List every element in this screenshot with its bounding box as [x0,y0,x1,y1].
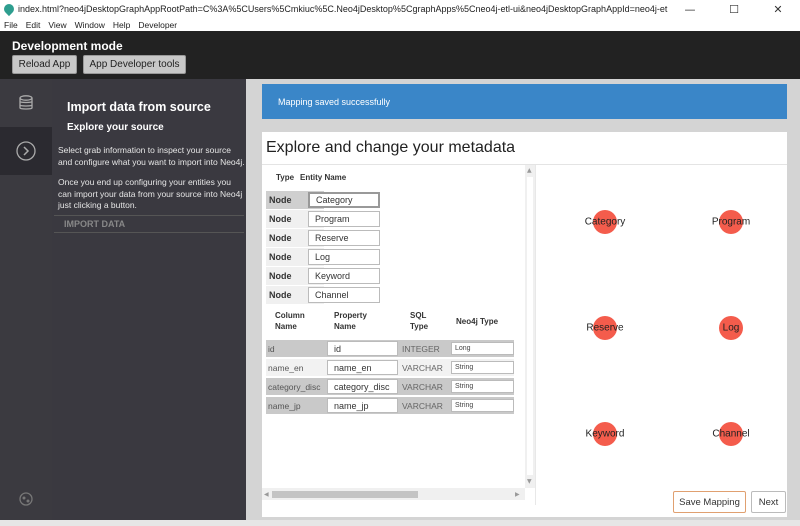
scroll-right-icon[interactable]: ▶ [515,491,520,498]
chevron-right-circle-icon [16,141,36,161]
graph-canvas[interactable]: Category Program Reserve Log Keyword Cha… [535,165,787,505]
sql-type-header: SQL Type [410,311,429,331]
menu-bar: File Edit View Window Help Developer [0,18,800,31]
property-name-input[interactable]: name_en [327,360,398,375]
neo4j-type-select[interactable]: String [451,399,514,412]
entity-row[interactable]: Node Program [266,210,380,228]
sidebar-description-2: Once you end up configuring your entitie… [58,177,243,210]
window-titlebar: index.html?neo4jDesktopGraphAppRootPath=… [0,0,800,18]
graph-node-label: Category [584,216,626,228]
property-name-input[interactable]: name_jp [327,398,398,413]
window-controls: — ☐ ✕ [668,0,800,18]
entity-row[interactable]: Node Category [266,191,380,209]
scroll-left-icon[interactable]: ◀ [264,491,269,498]
menu-window[interactable]: Window [75,20,105,30]
neo4j-type-select[interactable]: String [451,380,514,393]
entity-name-input[interactable]: Keyword [308,268,380,284]
entity-row[interactable]: Node Reserve [266,229,380,247]
tables-area: Type Entity Name Node Category Node Prog… [264,165,522,488]
property-name-input[interactable]: id [327,341,398,356]
dev-mode-title: Development mode [12,39,123,53]
import-sidebar: Import data from source Explore your sou… [52,79,246,526]
entity-row[interactable]: Node Keyword [266,267,380,285]
save-mapping-button[interactable]: Save Mapping [673,491,746,513]
close-icon[interactable]: ✕ [756,0,800,18]
entity-name-input[interactable]: Log [308,249,380,265]
sidebar-title: Import data from source [67,100,211,114]
scrollbar-thumb[interactable] [272,491,418,498]
graph-node-label: Log [722,322,740,334]
development-bar: Development mode Reload App App Develope… [0,31,800,79]
entity-name-input[interactable]: Channel [308,287,380,303]
bottom-strip [0,520,800,526]
menu-file[interactable]: File [4,20,18,30]
menu-view[interactable]: View [48,20,66,30]
horizontal-scrollbar[interactable]: ◀ ▶ [262,488,525,500]
sidebar-description-1: Select grab information to inspect your … [58,145,245,167]
column-name: id [268,343,275,354]
graph-node-label: Program [711,216,751,228]
column-name: name_en [268,362,304,373]
entity-row[interactable]: Node Channel [266,286,380,304]
sql-type: INTEGER [402,343,440,354]
next-button[interactable]: Next [751,491,786,513]
neo4j-app-icon [1,1,17,17]
entity-row[interactable]: Node Log [266,248,380,266]
entity-name-input[interactable]: Reserve [308,230,380,246]
sql-type: VARCHAR [402,381,443,392]
vertical-scrollbar[interactable]: ▲ ▼ [525,165,535,488]
metadata-panel: Explore and change your metadata Type En… [262,132,787,517]
column-name: category_disc [268,381,321,392]
rail-item-database[interactable] [0,79,52,127]
neo4j-type-header: Neo4j Type [456,317,499,326]
entity-name-header: Entity Name [300,173,347,182]
scrollbar-thumb[interactable] [527,177,533,475]
entity-name-input[interactable]: Category [308,192,380,208]
database-icon [19,95,33,110]
neo4j-type-select[interactable]: String [451,361,514,374]
neo4j-logo-icon [19,492,33,506]
entity-type-header: Type [276,173,295,182]
menu-help[interactable]: Help [113,20,130,30]
neo4j-type-select[interactable]: Long [451,342,514,355]
column-row: category_disc category_disc VARCHAR Stri… [266,378,514,395]
sidebar-subtitle: Explore your source [67,122,164,133]
scroll-down-icon[interactable]: ▼ [527,478,532,485]
column-row: name_en name_en VARCHAR String [266,359,514,376]
column-row: id id INTEGER Long [266,340,514,357]
entity-name-input[interactable]: Program [308,211,380,227]
window-title: index.html?neo4jDesktopGraphAppRootPath=… [18,4,668,14]
app-developer-tools-button[interactable]: App Developer tools [83,55,186,74]
minimize-icon[interactable]: — [668,0,712,18]
column-row: name_jp name_jp VARCHAR String [266,397,514,414]
success-alert: Mapping saved successfully [262,84,787,119]
sql-type: VARCHAR [402,400,443,411]
reload-app-button[interactable]: Reload App [12,55,77,74]
menu-developer[interactable]: Developer [138,20,177,30]
menu-edit[interactable]: Edit [26,20,41,30]
import-data-button[interactable]: IMPORT DATA [54,215,244,233]
scroll-up-icon[interactable]: ▲ [527,167,532,174]
column-name-header: Column Name [275,311,305,331]
graph-node-label: Channel [712,428,750,440]
sql-type: VARCHAR [402,362,443,373]
property-name-header: Property Name [334,311,367,331]
column-name: name_jp [268,400,301,411]
main-content: Mapping saved successfully Explore and c… [246,79,800,526]
rail-item-import[interactable] [0,127,52,175]
graph-node-label: Keyword [585,428,625,440]
graph-node-label: Reserve [586,322,624,334]
maximize-icon[interactable]: ☐ [712,0,756,18]
left-rail [0,79,52,526]
panel-title: Explore and change your metadata [266,139,516,156]
property-name-input[interactable]: category_disc [327,379,398,394]
rail-item-feedback[interactable] [0,475,52,523]
